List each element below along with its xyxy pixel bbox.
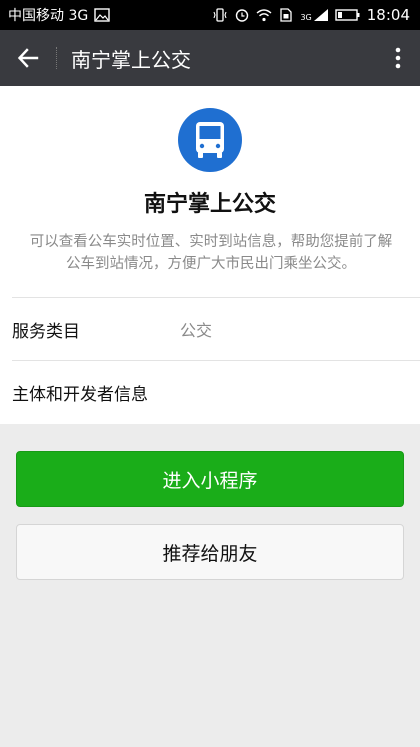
- network-badge: 3G: [300, 8, 328, 22]
- signal-icon: [313, 9, 328, 21]
- more-vertical-icon: [395, 47, 401, 69]
- mini-program-name: 南宁掌上公交: [143, 192, 276, 217]
- app-bar-divider: [56, 47, 57, 69]
- bus-icon: [196, 122, 224, 158]
- back-arrow-icon: [17, 48, 39, 68]
- share-to-friend-button[interactable]: 推荐给朋友: [16, 524, 404, 580]
- more-options-button[interactable]: [376, 30, 420, 86]
- enter-mini-program-button[interactable]: 进入小程序: [16, 451, 404, 507]
- sim-icon: [280, 8, 293, 22]
- mini-program-profile: 南宁掌上公交 可以查看公车实时位置、实时到站信息，帮助您提前了解公车到站情况，方…: [0, 86, 420, 424]
- mini-program-logo: [178, 108, 242, 172]
- clock: 18:04: [366, 6, 410, 24]
- app-bar: 南宁掌上公交: [0, 30, 420, 86]
- back-button[interactable]: [0, 30, 56, 86]
- status-bar: 中国移动 3G 3G 18:04: [0, 0, 420, 30]
- developer-info-label: 主体和开发者信息: [12, 384, 148, 405]
- mini-program-description: 可以查看公车实时位置、实时到站信息，帮助您提前了解公车到站情况，方便广大市民出门…: [29, 234, 393, 272]
- network-type-label: 3G: [300, 13, 312, 22]
- category-label: 服务类目: [12, 321, 80, 342]
- wifi-icon: [257, 9, 272, 22]
- category-value: 公交: [180, 321, 213, 340]
- page-title: 南宁掌上公交: [71, 47, 191, 72]
- info-row-developer[interactable]: 主体和开发者信息: [12, 360, 420, 423]
- carrier-label: 中国移动 3G: [8, 8, 89, 24]
- alarm-icon: [236, 9, 249, 22]
- image-icon: [94, 8, 110, 22]
- battery-icon: [335, 9, 360, 21]
- status-left: 中国移动 3G: [8, 5, 110, 25]
- status-right: 3G 18:04: [212, 6, 410, 24]
- vibrate-icon: [213, 8, 227, 22]
- info-row-category: 服务类目 公交: [12, 297, 420, 360]
